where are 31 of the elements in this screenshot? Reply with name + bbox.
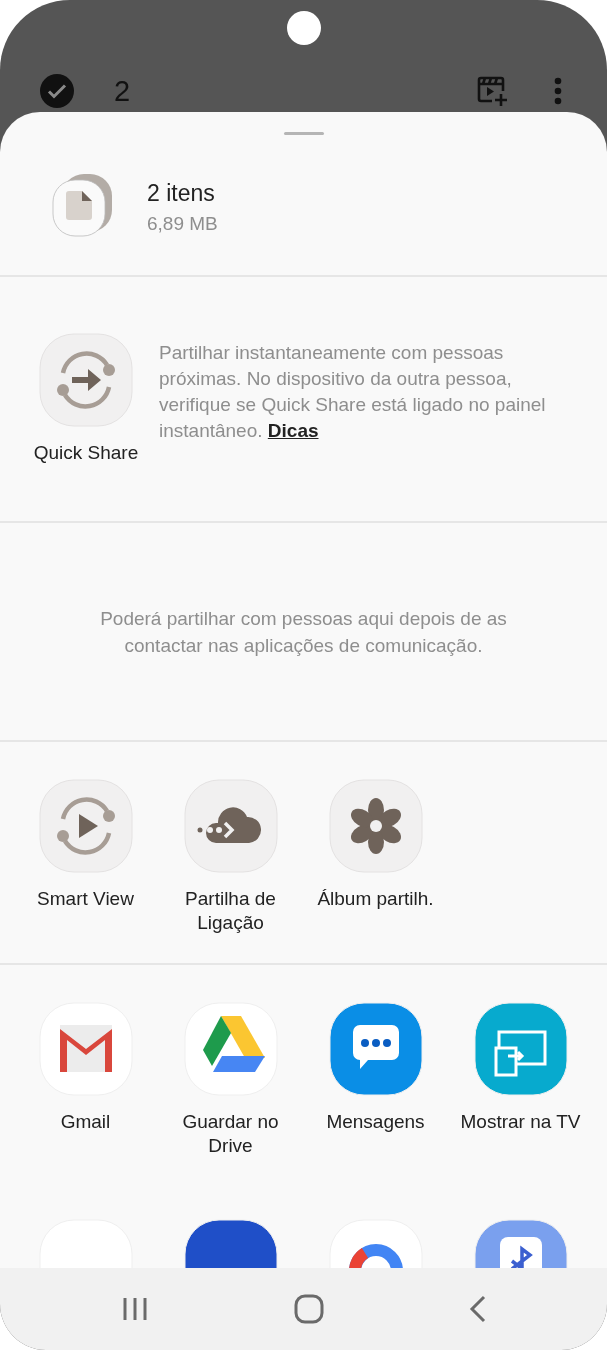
share-target[interactable]: Guardar no Drive [158,1002,303,1219]
selected-count: 2 [114,74,131,108]
people-message: Poderá partilhar com pessoas aqui depois de as contactar nas aplicações de comunicação. [99,606,508,658]
quick-share-button[interactable]: Quick Share [27,333,145,465]
envelope-icon [38,1002,133,1096]
share-arrow-sync-icon [39,333,133,427]
check-circle-icon[interactable] [40,74,74,108]
share-target[interactable]: Mensagens [303,1002,448,1219]
back-icon[interactable] [469,1295,487,1323]
files-stack-icon [52,172,114,238]
screen-cast-icon [473,1002,568,1096]
recent-apps-icon[interactable] [122,1296,148,1322]
home-icon[interactable] [293,1294,324,1324]
share-target[interactable]: Gmail [13,1002,158,1219]
total-size: 6,89 MB [147,212,218,235]
flower-icon [328,779,423,873]
share-target[interactable]: Smart View [13,779,158,963]
triangle-drive-icon [183,1002,278,1096]
cloud-link-icon [183,779,278,873]
quick-share-description: Partilhar instantaneamente com pessoas próximas. No dispositivo da outra pessoa, verifique se Quick Share está ligado no painel instantâneo. Dicas [159,341,547,443]
share-target[interactable]: Álbum partilh. [303,779,448,963]
play-sync-icon [38,779,133,873]
share-target[interactable]: Partilha de Ligação [158,779,303,963]
share-target[interactable]: Mostrar na TV [448,1002,593,1219]
items-title: 2 itens [147,179,216,207]
camera-dot [287,11,321,45]
tips-link[interactable]: Dicas [267,420,319,441]
video-add-icon[interactable] [476,75,508,107]
drag-handle[interactable] [283,132,324,135]
more-icon[interactable] [554,77,562,105]
chat-bubble-icon [328,1002,423,1096]
